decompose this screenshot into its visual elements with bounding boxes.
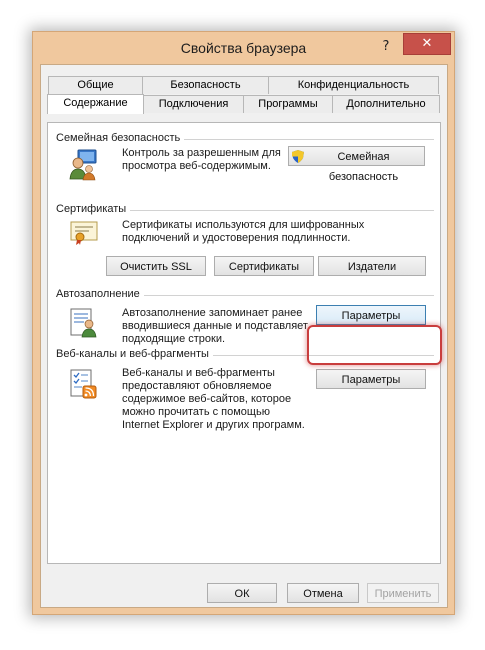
tab-connections[interactable]: Подключения <box>143 95 244 113</box>
cancel-button[interactable]: Отмена <box>287 583 359 603</box>
content-tab-panel: Семейная безопасность Контроль за разреш… <box>47 122 441 564</box>
autocomplete-settings-button[interactable]: Параметры <box>316 305 426 325</box>
feeds-description-2: предоставляют обновляемое <box>122 380 272 392</box>
feeds-heading: Веб-каналы и веб-фрагменты <box>56 348 213 360</box>
feeds-description-4: можно прочитать с помощью <box>122 406 270 418</box>
tab-content[interactable]: Содержание <box>47 94 144 114</box>
family-safety-heading: Семейная безопасность <box>56 132 185 144</box>
family-safety-button[interactable]: Семейная безопасность <box>288 146 425 183</box>
feeds-settings-button[interactable]: Параметры <box>316 369 426 389</box>
feeds-icon <box>70 369 98 402</box>
publishers-button[interactable]: Издатели <box>318 256 426 276</box>
browser-properties-window: Свойства браузера ? ✕ Общие Безопасность… <box>32 31 455 615</box>
feeds-description-3: содержимое веб-сайтов, которое <box>122 393 292 405</box>
tab-programs[interactable]: Программы <box>243 95 333 113</box>
apply-button[interactable]: Применить <box>367 583 439 603</box>
feeds-description-1: Веб-каналы и веб-фрагменты <box>122 367 275 379</box>
certificates-heading: Сертификаты <box>56 203 131 215</box>
dialog-client-area: Общие Безопасность Конфиденциальность Со… <box>40 64 448 608</box>
family-safety-description-2: просмотра веб-содержимым. <box>122 160 271 172</box>
family-safety-button-label: Семейная безопасность <box>328 151 399 183</box>
tab-general[interactable]: Общие <box>48 76 143 94</box>
autocomplete-heading: Автозаполнение <box>56 288 144 300</box>
family-safety-icon <box>68 149 98 184</box>
autocomplete-description-1: Автозаполнение запоминает ранее <box>122 307 303 319</box>
autocomplete-description-2: вводившиеся данные и подставляет <box>122 320 308 332</box>
tab-privacy[interactable]: Конфиденциальность <box>268 76 439 94</box>
tab-advanced[interactable]: Дополнительно <box>332 95 440 113</box>
certificates-description-2: подключений и удостоверения подлинности. <box>122 232 351 244</box>
title-bar[interactable]: Свойства браузера ? ✕ <box>33 32 454 64</box>
certificates-button[interactable]: Сертификаты <box>214 256 314 276</box>
clear-ssl-button[interactable]: Очистить SSL <box>106 256 206 276</box>
certificate-icon <box>70 220 98 249</box>
help-button[interactable]: ? <box>376 37 396 57</box>
ok-button[interactable]: ОК <box>207 583 277 603</box>
family-safety-description-1: Контроль за разрешенным для <box>122 147 281 159</box>
tab-security[interactable]: Безопасность <box>142 76 269 94</box>
feeds-description-5: Internet Explorer и других программ. <box>122 419 305 431</box>
certificates-description-1: Сертификаты используются для шифрованных <box>122 219 365 231</box>
uac-shield-icon <box>292 150 304 170</box>
autocomplete-description-3: подходящие строки. <box>122 333 226 345</box>
close-button[interactable]: ✕ <box>403 33 451 55</box>
autocomplete-icon <box>70 308 98 341</box>
